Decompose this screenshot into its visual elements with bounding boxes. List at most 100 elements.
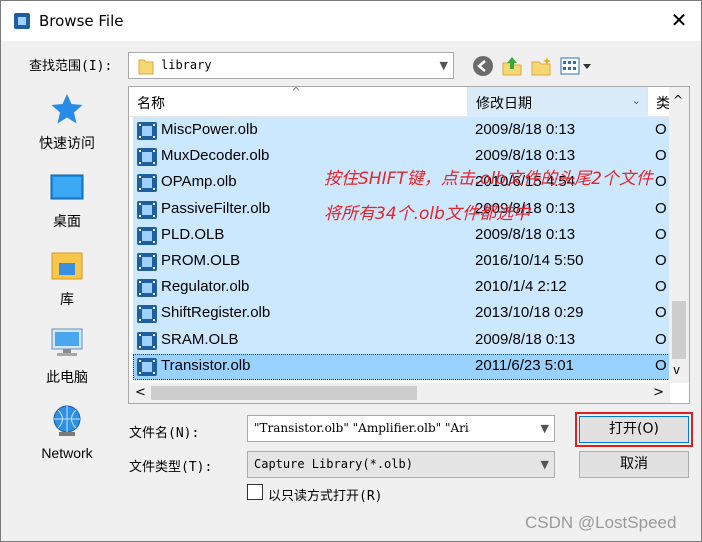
column-date-label: 修改日期 [476,96,532,112]
look-in-label: 查找范围(I): [29,59,113,74]
title-bar: Browse File ✕ [1,1,701,41]
read-only-checkbox[interactable] [247,484,263,500]
back-icon[interactable] [472,55,494,77]
file-row[interactable]: PROM.OLB 2016/10/14 5:50 O [133,249,670,275]
column-header-name[interactable]: 名称 ^ [129,87,467,117]
column-header-date[interactable]: 修改日期 ⌄ [467,87,647,117]
file-date: 2016/10/14 5:50 [475,252,584,269]
app-chip-icon [14,13,30,29]
olb-file-icon [137,305,157,324]
place-label: 库 [60,291,74,307]
file-type: O [655,173,667,191]
annotation-line-1: 按住SHIFT键，点击.olb文件的头尾2个文件 [324,169,653,189]
new-folder-icon[interactable] [530,55,552,77]
scroll-thumb[interactable] [151,386,417,400]
olb-file-icon [137,357,157,376]
chevron-down-icon[interactable]: ⌄ [632,94,641,107]
file-date: 2009/8/18 0:13 [475,121,576,138]
filename-label: 文件名(N): [129,426,200,441]
olb-file-icon [137,253,157,271]
file-name: PLD.OLB [161,225,225,243]
file-name: ShiftRegister.olb [161,304,271,322]
olb-file-icon [137,279,157,298]
browse-file-dialog: Browse File ✕ 查找范围(I): library ▼ 快速访问 桌面… [0,0,702,542]
place-desktop[interactable]: 桌面 [15,165,119,243]
file-name: MuxDecoder.olb [161,147,270,165]
close-button[interactable]: ✕ [667,9,691,33]
look-in-combo[interactable]: library ▼ [128,52,454,79]
scroll-down-icon[interactable]: v [673,363,680,377]
place-libraries[interactable]: 库 [15,243,119,321]
file-type: O [655,304,667,322]
filename-input[interactable]: "Transistor.olb" "Amplifier.olb" "Ari ▼ [247,415,555,442]
annotation-line-2: 将所有34个.olb文件都选中 [324,204,530,224]
file-type: O [655,356,667,374]
place-label: 此电脑 [46,369,88,385]
file-type: O [655,121,667,138]
file-date: 2009/8/18 0:13 [475,330,576,348]
filename-value: "Transistor.olb" "Amplifier.olb" "Ari [254,421,469,435]
open-button[interactable]: 打开(O) [575,412,693,447]
file-row[interactable]: PLD.OLB 2009/8/18 0:13 O [133,223,670,249]
file-name: Regulator.olb [161,278,250,296]
file-row[interactable]: MiscPower.olb 2009/8/18 0:13 O [133,118,670,144]
cancel-button[interactable]: 取消 [579,451,689,478]
file-type: O [655,225,667,243]
place-label: Network [41,445,93,461]
olb-file-icon [137,174,157,193]
scroll-left-icon[interactable]: < [135,385,146,400]
olb-file-icon [137,148,157,167]
olb-file-icon [137,226,157,245]
place-quick-access[interactable]: 快速访问 [15,87,119,165]
vertical-scrollbar[interactable]: ^ v [669,87,689,383]
file-type: O [655,199,667,217]
file-type: O [655,147,667,165]
chevron-down-icon[interactable]: ▼ [440,59,448,72]
file-row[interactable]: ShiftRegister.olb 2013/10/18 0:29 O [133,301,670,327]
file-type: O [655,278,667,296]
list-header: 名称 ^ 修改日期 ⌄ 类 [129,87,670,117]
sort-up-icon: ^ [291,86,302,99]
file-name: PROM.OLB [161,252,241,269]
chevron-down-icon[interactable]: ▼ [541,422,549,435]
place-this-pc[interactable]: 此电脑 [15,321,119,399]
file-row[interactable]: SRAM.OLB 2009/8/18 0:13 O [133,328,670,354]
file-list[interactable]: 名称 ^ 修改日期 ⌄ 类 MiscPower.olb 2009/8/18 0:1… [128,86,690,404]
place-network[interactable]: Network [15,399,119,477]
folder-icon [138,59,154,75]
scroll-right-icon[interactable]: > [653,385,664,400]
file-date: 2011/6/23 5:01 [475,356,574,374]
file-name: SRAM.OLB [161,330,239,348]
library-icon [51,252,83,280]
view-menu-icon[interactable] [559,55,593,77]
computer-icon [51,328,83,356]
filetype-label: 文件类型(T): [129,460,213,475]
up-folder-icon[interactable] [501,55,523,77]
watermark: CSDN @LostSpeed [525,513,677,532]
olb-file-icon [137,200,157,219]
network-icon [53,405,81,436]
file-date: 2009/8/18 0:13 [475,147,576,165]
file-date: 2013/10/18 0:29 [475,304,584,322]
look-in-value: library [161,58,212,72]
place-label: 快速访问 [39,135,95,151]
file-row[interactable]: Transistor.olb 2011/6/23 5:01 O [133,353,670,380]
scroll-up-icon[interactable]: ^ [673,93,683,107]
filetype-value: Capture Library(*.olb) [254,457,413,471]
scroll-thumb[interactable] [672,301,686,359]
filetype-select[interactable]: Capture Library(*.olb) ▼ [247,451,555,478]
desktop-icon [50,174,84,200]
read-only-label: 以只读方式打开(R) [268,489,383,504]
horizontal-scrollbar[interactable]: < > [129,383,670,403]
column-name-label: 名称 [137,96,165,112]
file-type: O [655,330,667,348]
file-name: Transistor.olb [161,356,251,374]
file-name: PassiveFilter.olb [161,199,271,217]
file-row[interactable]: Regulator.olb 2010/1/4 2:12 O [133,275,670,301]
star-icon [51,94,83,124]
olb-file-icon [137,122,157,140]
chevron-down-icon[interactable]: ▼ [541,458,549,471]
file-name: OPAmp.olb [161,173,237,191]
file-name: MiscPower.olb [161,121,258,138]
file-type: O [655,252,667,269]
